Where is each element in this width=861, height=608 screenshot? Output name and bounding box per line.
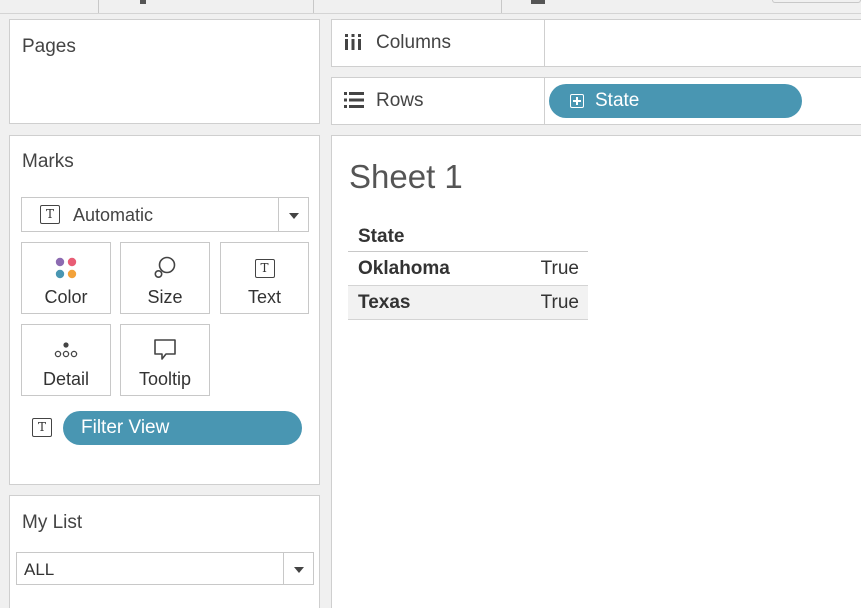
rows-shelf[interactable]: Rows State (331, 77, 861, 125)
row-value: True (540, 292, 579, 313)
rows-label: Rows (376, 90, 424, 111)
toolbar-fragment (531, 0, 545, 4)
detail-label: Detail (42, 369, 90, 389)
table-header-state[interactable]: State (348, 222, 588, 252)
row-state: Texas (358, 292, 411, 313)
size-button[interactable]: Size (120, 242, 210, 314)
expand-plus-icon[interactable] (570, 94, 584, 108)
toolbar-separator (98, 0, 99, 13)
filter-view-label: Filter View (81, 417, 170, 438)
size-icon (154, 256, 176, 279)
columns-shelf[interactable]: Columns (331, 19, 861, 67)
my-list-value: ALL (24, 560, 55, 579)
state-pill[interactable]: State (549, 84, 802, 118)
state-pill-label: State (595, 90, 640, 111)
my-list-title: My List (22, 512, 83, 533)
filter-view-pill[interactable]: Filter View (63, 411, 302, 445)
detail-button[interactable]: Detail (21, 324, 111, 396)
top-toolbar-strip (0, 0, 861, 14)
mark-type-value: Automatic (73, 205, 154, 225)
rows-icon (344, 92, 364, 108)
table-row[interactable]: Texas True (348, 286, 588, 320)
my-list-dropdown[interactable]: ALL (16, 552, 314, 585)
chevron-down-icon[interactable] (278, 198, 308, 231)
color-label: Color (44, 287, 88, 307)
tooltip-button[interactable]: Tooltip (120, 324, 210, 396)
columns-icon (345, 34, 361, 50)
toolbar-box (772, 0, 861, 3)
text-button[interactable]: T Text (220, 242, 309, 314)
pages-title: Pages (22, 36, 76, 57)
text-label: Text (247, 287, 281, 307)
color-dots-icon (55, 257, 77, 279)
toolbar-separator (313, 0, 314, 13)
columns-label: Columns (376, 32, 451, 53)
sheet-title: Sheet 1 (349, 158, 463, 195)
marks-card: Marks T Automatic Color Size T Text Deta… (9, 135, 320, 485)
text-icon: T (254, 258, 275, 278)
view-canvas[interactable] (331, 135, 861, 608)
detail-icon (54, 342, 78, 358)
text-encoding-icon[interactable]: T (32, 418, 52, 437)
tooltip-label: Tooltip (138, 369, 192, 389)
toolbar-separator (501, 0, 502, 13)
rows-shelf-label-area: Rows (332, 78, 545, 124)
data-table[interactable]: State Oklahoma True Texas True (348, 222, 588, 320)
toolbar-fragment (140, 0, 146, 4)
color-button[interactable]: Color (21, 242, 111, 314)
size-label: Size (147, 287, 183, 307)
tooltip-icon (154, 339, 176, 360)
row-state: Oklahoma (358, 258, 450, 279)
chevron-down-icon[interactable] (283, 553, 313, 584)
row-value: True (540, 258, 579, 279)
marks-title: Marks (22, 151, 74, 172)
columns-shelf-label-area: Columns (332, 20, 545, 66)
table-row[interactable]: Oklahoma True (348, 252, 588, 286)
my-list-card: My List ALL (9, 495, 320, 608)
text-mark-icon: T (40, 205, 60, 224)
mark-type-dropdown[interactable]: T Automatic (21, 197, 309, 232)
pages-card[interactable]: Pages (9, 19, 320, 124)
